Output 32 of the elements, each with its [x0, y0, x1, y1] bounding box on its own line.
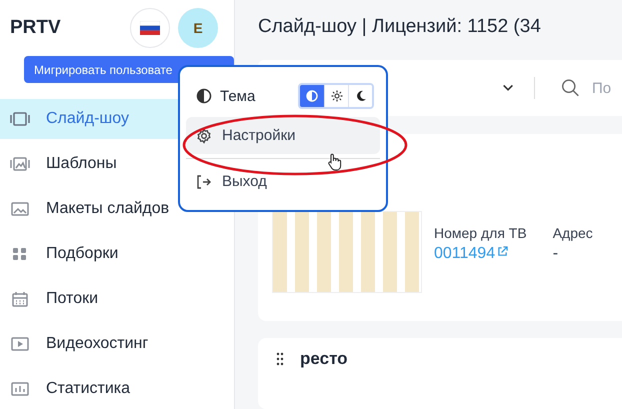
menu-item[interactable]: Настройки: [186, 117, 380, 154]
bar-chart-icon: [10, 381, 30, 397]
calendar-icon: [10, 291, 30, 307]
chevron-down-icon[interactable]: [502, 83, 514, 93]
slideshow-title: ресто: [300, 348, 348, 368]
sun-icon: [330, 90, 342, 102]
logo: PRTV: [10, 17, 62, 39]
sidebar-item[interactable]: Подборки: [0, 234, 234, 274]
sidebar-item[interactable]: Потоки: [0, 279, 234, 319]
drag-handle-icon[interactable]: [276, 352, 284, 366]
moon-icon: [354, 90, 366, 102]
logout-icon: [196, 174, 212, 190]
sidebar-item[interactable]: Видеохостинг: [0, 324, 234, 364]
settings-icon: [196, 128, 212, 144]
field-label: Номер для ТВ: [434, 225, 527, 241]
slideshow-icon: [10, 111, 30, 127]
external-link-icon: [497, 246, 508, 257]
hand-cursor-icon: [327, 153, 343, 171]
contrast-icon: [306, 90, 318, 102]
picture-frame-icon: [10, 156, 30, 172]
page-title: Слайд-шоу | Лицензий: 1152 (34: [258, 16, 542, 38]
search-icon: [560, 77, 580, 99]
avatar-button[interactable]: E: [178, 8, 218, 48]
contrast-icon: [196, 88, 212, 104]
language-button[interactable]: [130, 8, 170, 48]
play-icon: [10, 336, 30, 352]
field-value: -: [552, 245, 560, 263]
theme-button[interactable]: [348, 85, 372, 107]
flag-icon: [140, 21, 160, 35]
image-icon: [10, 201, 30, 217]
sidebar-item[interactable]: Статистика: [0, 369, 234, 409]
field-label: Адрес: [552, 225, 593, 241]
